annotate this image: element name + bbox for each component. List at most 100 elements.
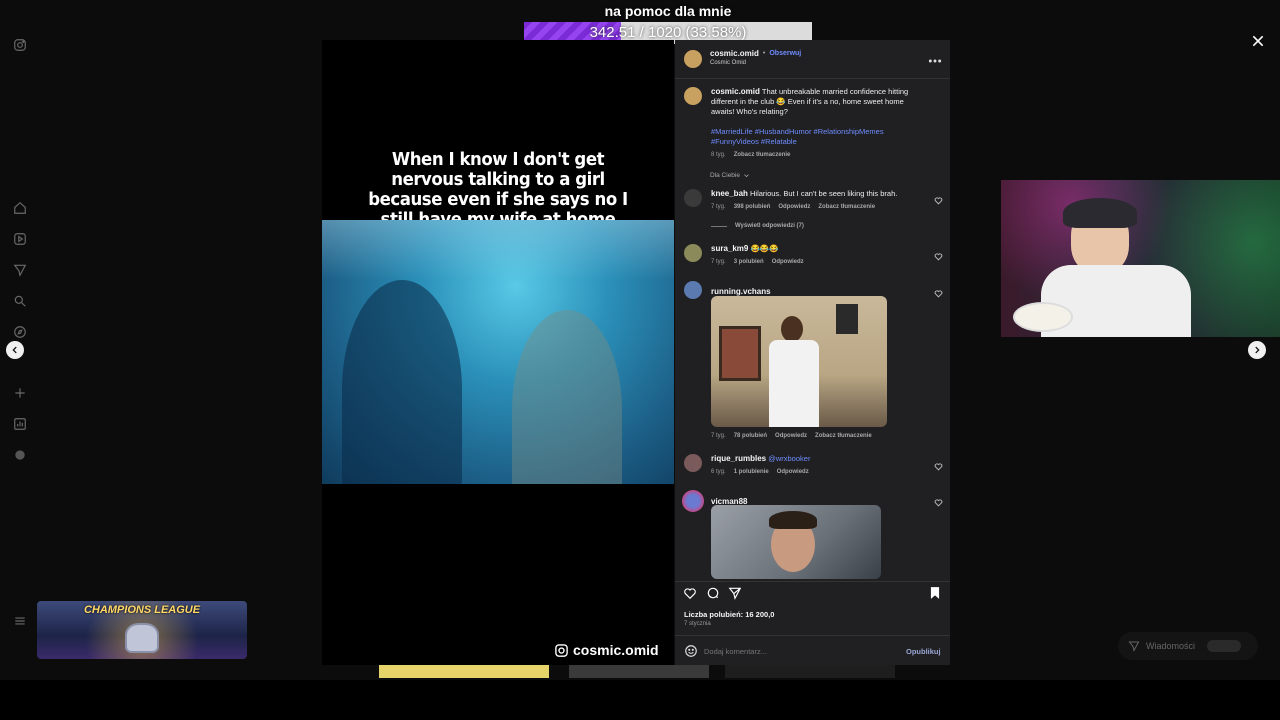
- thumbnail-strip[interactable]: [725, 665, 895, 678]
- comment-likes[interactable]: 1 polubienie: [734, 469, 769, 475]
- view-replies-label: Wyświetl odpowiedzi (7): [735, 223, 804, 229]
- comment-gif[interactable]: [711, 505, 881, 579]
- comment-input[interactable]: [704, 644, 884, 658]
- explore-icon[interactable]: [10, 322, 30, 342]
- divider: [675, 635, 950, 636]
- menu-icon[interactable]: [10, 611, 30, 631]
- thumbnail-strip[interactable]: [569, 665, 709, 678]
- comment-likes[interactable]: 3 polubień: [734, 259, 764, 265]
- comment-filter[interactable]: Dla Ciebie: [710, 172, 750, 179]
- avatar[interactable]: [684, 189, 702, 207]
- caption-translate-button[interactable]: Zobacz tłumaczenie: [734, 152, 791, 158]
- messages-button[interactable]: Wiadomości: [1118, 632, 1258, 660]
- follow-button[interactable]: Obserwuj: [769, 50, 801, 57]
- champions-label: CHAMPIONS LEAGUE: [83, 604, 201, 616]
- watermark-text: cosmic.omid: [573, 642, 659, 658]
- gif-picture-frame: [719, 326, 761, 381]
- dot-separator: •: [762, 50, 766, 57]
- translate-button[interactable]: Zobacz tłumaczenie: [818, 204, 875, 210]
- comment-likes[interactable]: 398 polubień: [734, 204, 771, 210]
- champions-league-overlay: CHAMPIONS LEAGUE: [37, 601, 247, 659]
- heart-icon[interactable]: [934, 248, 943, 261]
- heart-icon[interactable]: [934, 458, 943, 471]
- avatar[interactable]: [684, 50, 702, 68]
- comment-age: 7 tyg.: [711, 204, 726, 210]
- post-header: cosmic.omid • Obserwuj: [710, 49, 801, 58]
- comment: sura_km9 😂😂😂: [711, 244, 911, 253]
- video-light: [322, 220, 674, 280]
- caption-age: 8 tyg.: [711, 152, 726, 158]
- comment-text: 😂😂😂: [750, 244, 779, 253]
- comment-filter-label: Dla Ciebie: [710, 172, 740, 179]
- emoji-icon[interactable]: [684, 644, 698, 658]
- next-post-button[interactable]: [1248, 341, 1266, 359]
- avatar[interactable]: [684, 454, 702, 472]
- gif-person-body: [769, 340, 819, 427]
- comment-age: 7 tyg.: [711, 433, 726, 439]
- comment-gif[interactable]: [711, 296, 887, 427]
- comment: knee_bah Hilarious. But I can't be seen …: [711, 189, 911, 198]
- translate-button[interactable]: Zobacz tłumaczenie: [815, 433, 872, 439]
- heart-icon[interactable]: [934, 494, 943, 507]
- home-icon[interactable]: [10, 198, 30, 218]
- video-watermark: cosmic.omid: [554, 640, 659, 660]
- comment: rique_rumbles @wrxbooker: [711, 454, 810, 463]
- reply-button[interactable]: Odpowiedz: [778, 204, 810, 210]
- avatar[interactable]: [684, 244, 702, 262]
- caption: cosmic.omid That unbreakable married con…: [711, 87, 921, 117]
- author-fullname: Cosmic Omid: [710, 60, 747, 66]
- caption-username[interactable]: cosmic.omid: [711, 87, 760, 96]
- bookmark-icon[interactable]: [928, 586, 942, 605]
- heart-icon[interactable]: [683, 586, 697, 605]
- trophy-icon: [125, 623, 159, 653]
- comment-username[interactable]: running.vchans: [711, 287, 771, 296]
- thumbnail-strip[interactable]: [379, 665, 549, 678]
- share-icon[interactable]: [728, 586, 742, 605]
- caption-meta: 8 tyg. Zobacz tłumaczenie: [711, 152, 790, 158]
- comment-username[interactable]: sura_km9: [711, 244, 748, 253]
- profile-icon[interactable]: [10, 445, 30, 465]
- comment-likes[interactable]: 78 polubień: [734, 433, 767, 439]
- heart-icon[interactable]: [934, 192, 943, 205]
- avatar[interactable]: [682, 490, 704, 512]
- video-figure: [342, 280, 462, 484]
- comment-icon[interactable]: [706, 586, 720, 605]
- publish-button[interactable]: Opublikuj: [906, 647, 941, 656]
- previous-post-button[interactable]: [6, 341, 24, 359]
- food-plate: [1013, 302, 1073, 332]
- chevron-right-icon: [1255, 346, 1260, 354]
- author-username[interactable]: cosmic.omid: [710, 49, 759, 58]
- comment-username[interactable]: rique_rumbles: [711, 454, 766, 463]
- comment-meta: 7 tyg. 78 polubień Odpowiedz Zobacz tłum…: [711, 433, 872, 439]
- comment-text: Hilarious. But I can't be seen liking th…: [750, 189, 898, 198]
- plus-icon[interactable]: [10, 383, 30, 403]
- likes-count[interactable]: Liczba polubień: 16 200,0: [684, 610, 774, 619]
- caption-hashtags[interactable]: #MarriedLife #HusbandHumor #Relationship…: [711, 127, 911, 147]
- chevron-down-icon: [744, 174, 749, 178]
- comments-panel: cosmic.omid • Obserwuj Cosmic Omid cosmi…: [675, 40, 950, 665]
- video-figure: [512, 310, 622, 484]
- reply-button[interactable]: Odpowiedz: [772, 259, 804, 265]
- search-icon[interactable]: [10, 291, 30, 311]
- gif-poster: [836, 304, 858, 334]
- reply-button[interactable]: Odpowiedz: [775, 433, 807, 439]
- close-icon[interactable]: [1250, 33, 1266, 49]
- avatar[interactable]: [684, 87, 702, 105]
- streamer-headset: [1063, 198, 1137, 228]
- more-icon[interactable]: [928, 52, 942, 63]
- heart-icon[interactable]: [934, 285, 943, 298]
- reels-icon[interactable]: [10, 229, 30, 249]
- divider: [675, 78, 950, 79]
- instagram-icon[interactable]: [10, 35, 30, 55]
- avatar[interactable]: [684, 281, 702, 299]
- bottom-bar: [0, 680, 1280, 720]
- send-icon[interactable]: [10, 260, 30, 280]
- view-replies-button[interactable]: Wyświetl odpowiedzi (7): [711, 223, 804, 229]
- insights-icon[interactable]: [10, 414, 30, 434]
- video-player[interactable]: When I know I don't get nervous talking …: [322, 40, 674, 665]
- comment-meta: 6 tyg. 1 polubienie Odpowiedz: [711, 469, 809, 475]
- comment-username[interactable]: knee_bah: [711, 189, 748, 198]
- reply-button[interactable]: Odpowiedz: [777, 469, 809, 475]
- comment-meta: 7 tyg. 3 polubień Odpowiedz: [711, 259, 804, 265]
- comment-mention[interactable]: @wrxbooker: [768, 454, 810, 463]
